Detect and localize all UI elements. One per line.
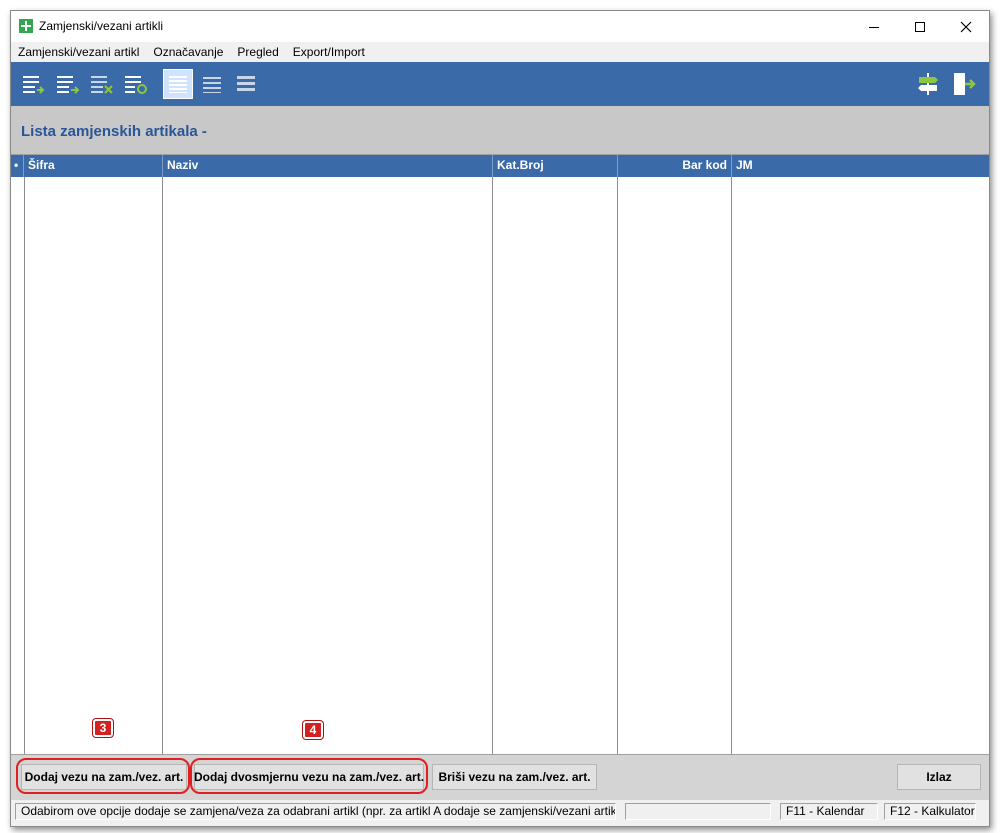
menu-pregled[interactable]: Pregled <box>230 42 285 62</box>
column-divider <box>492 177 493 754</box>
exit-button[interactable]: Izlaz <box>897 764 981 790</box>
refresh-item-button[interactable] <box>121 69 151 99</box>
title-bar: Zamjenski/vezani artikli <box>11 11 989 42</box>
column-marker[interactable]: • <box>11 155 24 177</box>
list-add-icon <box>23 76 45 94</box>
delete-item-button[interactable] <box>87 69 117 99</box>
list-banner: Lista zamjenskih artikala - <box>11 106 989 155</box>
annotation-badge-3: 3 <box>93 719 113 737</box>
maximize-button[interactable] <box>897 11 943 42</box>
exit-toolbar-button[interactable] <box>949 69 979 99</box>
column-bar-kod[interactable]: Bar kod <box>618 155 732 177</box>
status-f11-calendar[interactable]: F11 - Kalendar <box>780 803 878 820</box>
menu-zamjenski[interactable]: Zamjenski/vezani artikl <box>11 42 146 62</box>
column-naziv[interactable]: Naziv <box>163 155 493 177</box>
app-icon <box>19 19 33 33</box>
close-button[interactable] <box>943 11 989 42</box>
exit-icon <box>954 73 976 95</box>
column-kat-broj[interactable]: Kat.Broj <box>493 155 618 177</box>
list-delete-icon <box>91 76 113 94</box>
delete-link-button[interactable]: Briši vezu na zam./vez. art. <box>432 764 597 790</box>
view-list-active-icon <box>169 76 187 93</box>
highlight-frame <box>16 758 190 794</box>
column-divider <box>617 177 618 754</box>
view-list-icon <box>203 77 221 93</box>
menu-export-import[interactable]: Export/Import <box>286 42 372 62</box>
view-list-active-button[interactable] <box>163 69 193 99</box>
status-hint: Odabirom ove opcije dodaje se zamjena/ve… <box>15 803 616 820</box>
status-empty-panel <box>625 803 771 820</box>
signpost-icon <box>918 73 938 95</box>
view-list-compact-icon <box>237 76 255 91</box>
minimize-icon <box>869 26 879 28</box>
app-window: Zamjenski/vezani artikli Zamjenski/vezan… <box>10 10 990 827</box>
add-item-button[interactable] <box>19 69 49 99</box>
menu-oznacavanje[interactable]: Označavanje <box>146 42 230 62</box>
list-insert-icon <box>57 76 80 94</box>
column-divider <box>24 177 25 754</box>
window-title: Zamjenski/vezani artikli <box>39 19 164 33</box>
toolbar <box>11 62 989 106</box>
signpost-button[interactable] <box>913 69 943 99</box>
insert-item-button[interactable] <box>53 69 83 99</box>
view-list-button[interactable] <box>197 69 227 99</box>
annotation-badge-4: 4 <box>303 721 323 739</box>
column-divider <box>731 177 732 754</box>
view-list-compact-button[interactable] <box>231 69 261 99</box>
list-title: Lista zamjenskih artikala - <box>21 123 207 140</box>
status-f12-calculator[interactable]: F12 - Kalkulator <box>884 803 976 820</box>
minimize-button[interactable] <box>851 11 897 42</box>
grid-header: • Šifra Naziv Kat.Broj Bar kod JM <box>11 155 989 177</box>
column-jm[interactable]: JM <box>732 155 989 177</box>
column-sifra[interactable]: Šifra <box>24 155 163 177</box>
articles-grid[interactable]: • Šifra Naziv Kat.Broj Bar kod JM <box>11 155 989 754</box>
maximize-icon <box>915 21 925 32</box>
menu-bar: Zamjenski/vezani artikl Označavanje Preg… <box>11 42 989 62</box>
highlight-frame <box>190 758 428 794</box>
action-panel: Dodaj vezu na zam./vez. art. Dodaj dvosm… <box>11 754 989 801</box>
status-bar: Odabirom ove opcije dodaje se zamjena/ve… <box>11 800 989 826</box>
close-icon <box>960 21 972 32</box>
column-divider <box>162 177 163 754</box>
list-refresh-icon <box>125 76 147 94</box>
